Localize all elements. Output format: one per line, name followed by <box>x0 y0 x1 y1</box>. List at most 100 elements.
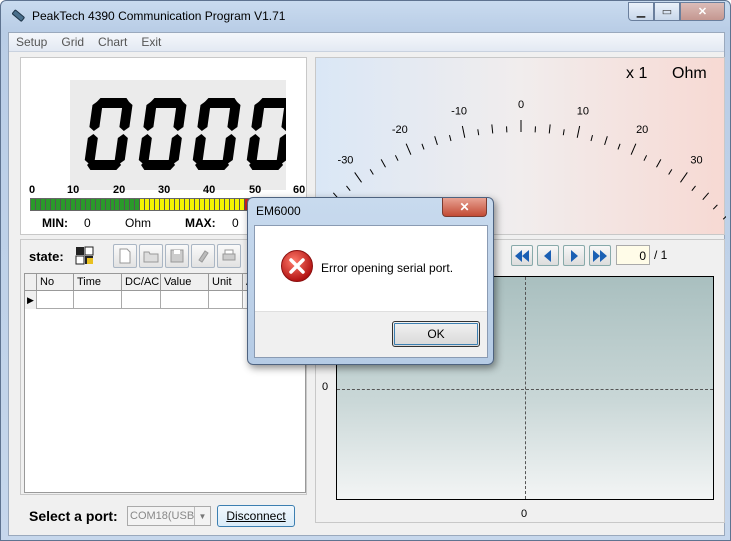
gauge-tick-label: 10 <box>577 105 589 117</box>
column-header[interactable]: No <box>37 274 74 291</box>
lcd-segment <box>222 134 236 164</box>
maximize-button[interactable]: ▭ <box>654 2 680 21</box>
page-total: / 1 <box>654 248 668 262</box>
gauge-tick <box>604 136 608 146</box>
gauge-tick <box>461 125 466 138</box>
gauge-tick <box>630 143 637 155</box>
table-cell[interactable] <box>122 291 161 309</box>
gauge-tick <box>691 185 696 191</box>
menu-setup[interactable]: Setup <box>9 33 54 51</box>
gauge-tick <box>668 169 673 175</box>
column-header[interactable]: Time <box>74 274 122 291</box>
maximize-icon: ▭ <box>661 6 673 18</box>
save-icon <box>170 249 184 263</box>
close-button[interactable]: ✕ <box>680 2 725 21</box>
minimize-icon: ▁ <box>636 6 646 18</box>
gauge-tick <box>643 155 648 161</box>
gauge-tick <box>576 125 581 138</box>
gauge-tick-label: 0 <box>518 99 524 111</box>
gauge-tick <box>617 143 621 150</box>
ok-button[interactable]: OK <box>392 321 480 347</box>
page-number-input[interactable]: 0 <box>616 245 650 265</box>
row-indicator-header <box>25 274 37 291</box>
gauge-tick <box>562 129 565 136</box>
error-dialog: EM6000 ✕ Error opening serial port. OK <box>247 197 494 365</box>
gauge-tick-label: 20 <box>636 124 648 136</box>
clear-icon <box>198 250 209 263</box>
table-cell[interactable] <box>161 291 209 309</box>
table-cell[interactable] <box>37 291 74 309</box>
scale-label: 60 <box>293 184 306 196</box>
dialog-body: Error opening serial port. OK <box>254 225 488 358</box>
gauge-tick <box>421 143 425 150</box>
chevron-down-icon: ▼ <box>194 507 210 525</box>
lcd-segment <box>168 134 182 164</box>
save-button[interactable] <box>165 244 189 268</box>
column-header[interactable]: Value <box>161 274 209 291</box>
open-button[interactable] <box>139 244 163 268</box>
last-page-button[interactable] <box>589 245 611 266</box>
print-button[interactable] <box>217 244 241 268</box>
dialog-title: EM6000 <box>256 204 301 218</box>
lcd-segment <box>89 101 103 131</box>
lcd-segment <box>138 134 152 164</box>
menu-chart[interactable]: Chart <box>91 33 134 51</box>
min-unit: Ohm <box>125 216 152 230</box>
lcd-digit <box>192 98 241 170</box>
gauge-tick <box>477 129 480 136</box>
first-page-button[interactable] <box>511 245 533 266</box>
gauge-tick <box>491 124 494 134</box>
gauge-tick <box>434 136 438 146</box>
menu-grid[interactable]: Grid <box>54 33 91 51</box>
gauge-tick <box>656 159 662 168</box>
table-cell[interactable] <box>209 291 243 309</box>
window-title: PeakTech 4390 Communication Program V1.7… <box>32 9 286 23</box>
next-page-button[interactable] <box>563 245 585 266</box>
open-icon <box>143 251 159 263</box>
lcd-segment <box>246 134 260 164</box>
table-cell[interactable] <box>74 291 122 309</box>
minimize-button[interactable]: ▁ <box>628 2 654 21</box>
new-button[interactable] <box>113 244 137 268</box>
gauge-tick <box>722 215 726 220</box>
print-icon <box>222 249 236 261</box>
gauge-tick <box>548 124 551 134</box>
right-arrow-icon <box>571 250 578 262</box>
min-value: 0 <box>84 216 91 230</box>
lcd-segment <box>114 134 128 164</box>
gauge-tick <box>712 204 718 210</box>
grid-line-horizontal <box>337 389 713 390</box>
close-icon: ✕ <box>697 6 708 18</box>
clear-button[interactable] <box>191 244 215 268</box>
x-axis-tick: 0 <box>521 508 528 520</box>
app-icon <box>12 9 25 22</box>
column-header[interactable]: Unit <box>209 274 243 291</box>
lcd-segment <box>276 134 290 164</box>
double-right-arrow-icon <box>593 250 607 262</box>
column-header[interactable]: DC/AC <box>122 274 161 291</box>
scale-label: 20 <box>113 184 126 196</box>
lcd-segment <box>84 134 98 164</box>
lcd-digit <box>138 98 187 170</box>
connection-state-icon <box>75 246 94 265</box>
port-select[interactable]: COM18(USB ▼ <box>127 506 211 526</box>
dialog-close-button[interactable]: ✕ <box>442 198 487 217</box>
gauge-tick-label: -20 <box>392 124 408 136</box>
port-label: Select a port: <box>29 508 118 524</box>
gauge-tick <box>380 159 386 168</box>
state-label: state: <box>29 249 64 264</box>
gauge-multiplier: x 1 <box>626 65 648 82</box>
max-value: 0 <box>232 216 239 230</box>
gauge-tick-label: -30 <box>338 154 354 166</box>
title-bar: PeakTech 4390 Communication Program V1.7… <box>1 1 730 31</box>
gauge-tick <box>346 185 351 191</box>
new-icon <box>119 248 131 264</box>
prev-page-button[interactable] <box>537 245 559 266</box>
disconnect-button[interactable]: Disconnect <box>217 505 295 527</box>
grid-line-vertical <box>525 277 526 499</box>
scale-label: 40 <box>203 184 216 196</box>
gauge-tick <box>394 155 399 161</box>
lcd-digit <box>246 98 295 170</box>
menu-exit[interactable]: Exit <box>134 33 168 51</box>
lcd-segment <box>192 134 206 164</box>
